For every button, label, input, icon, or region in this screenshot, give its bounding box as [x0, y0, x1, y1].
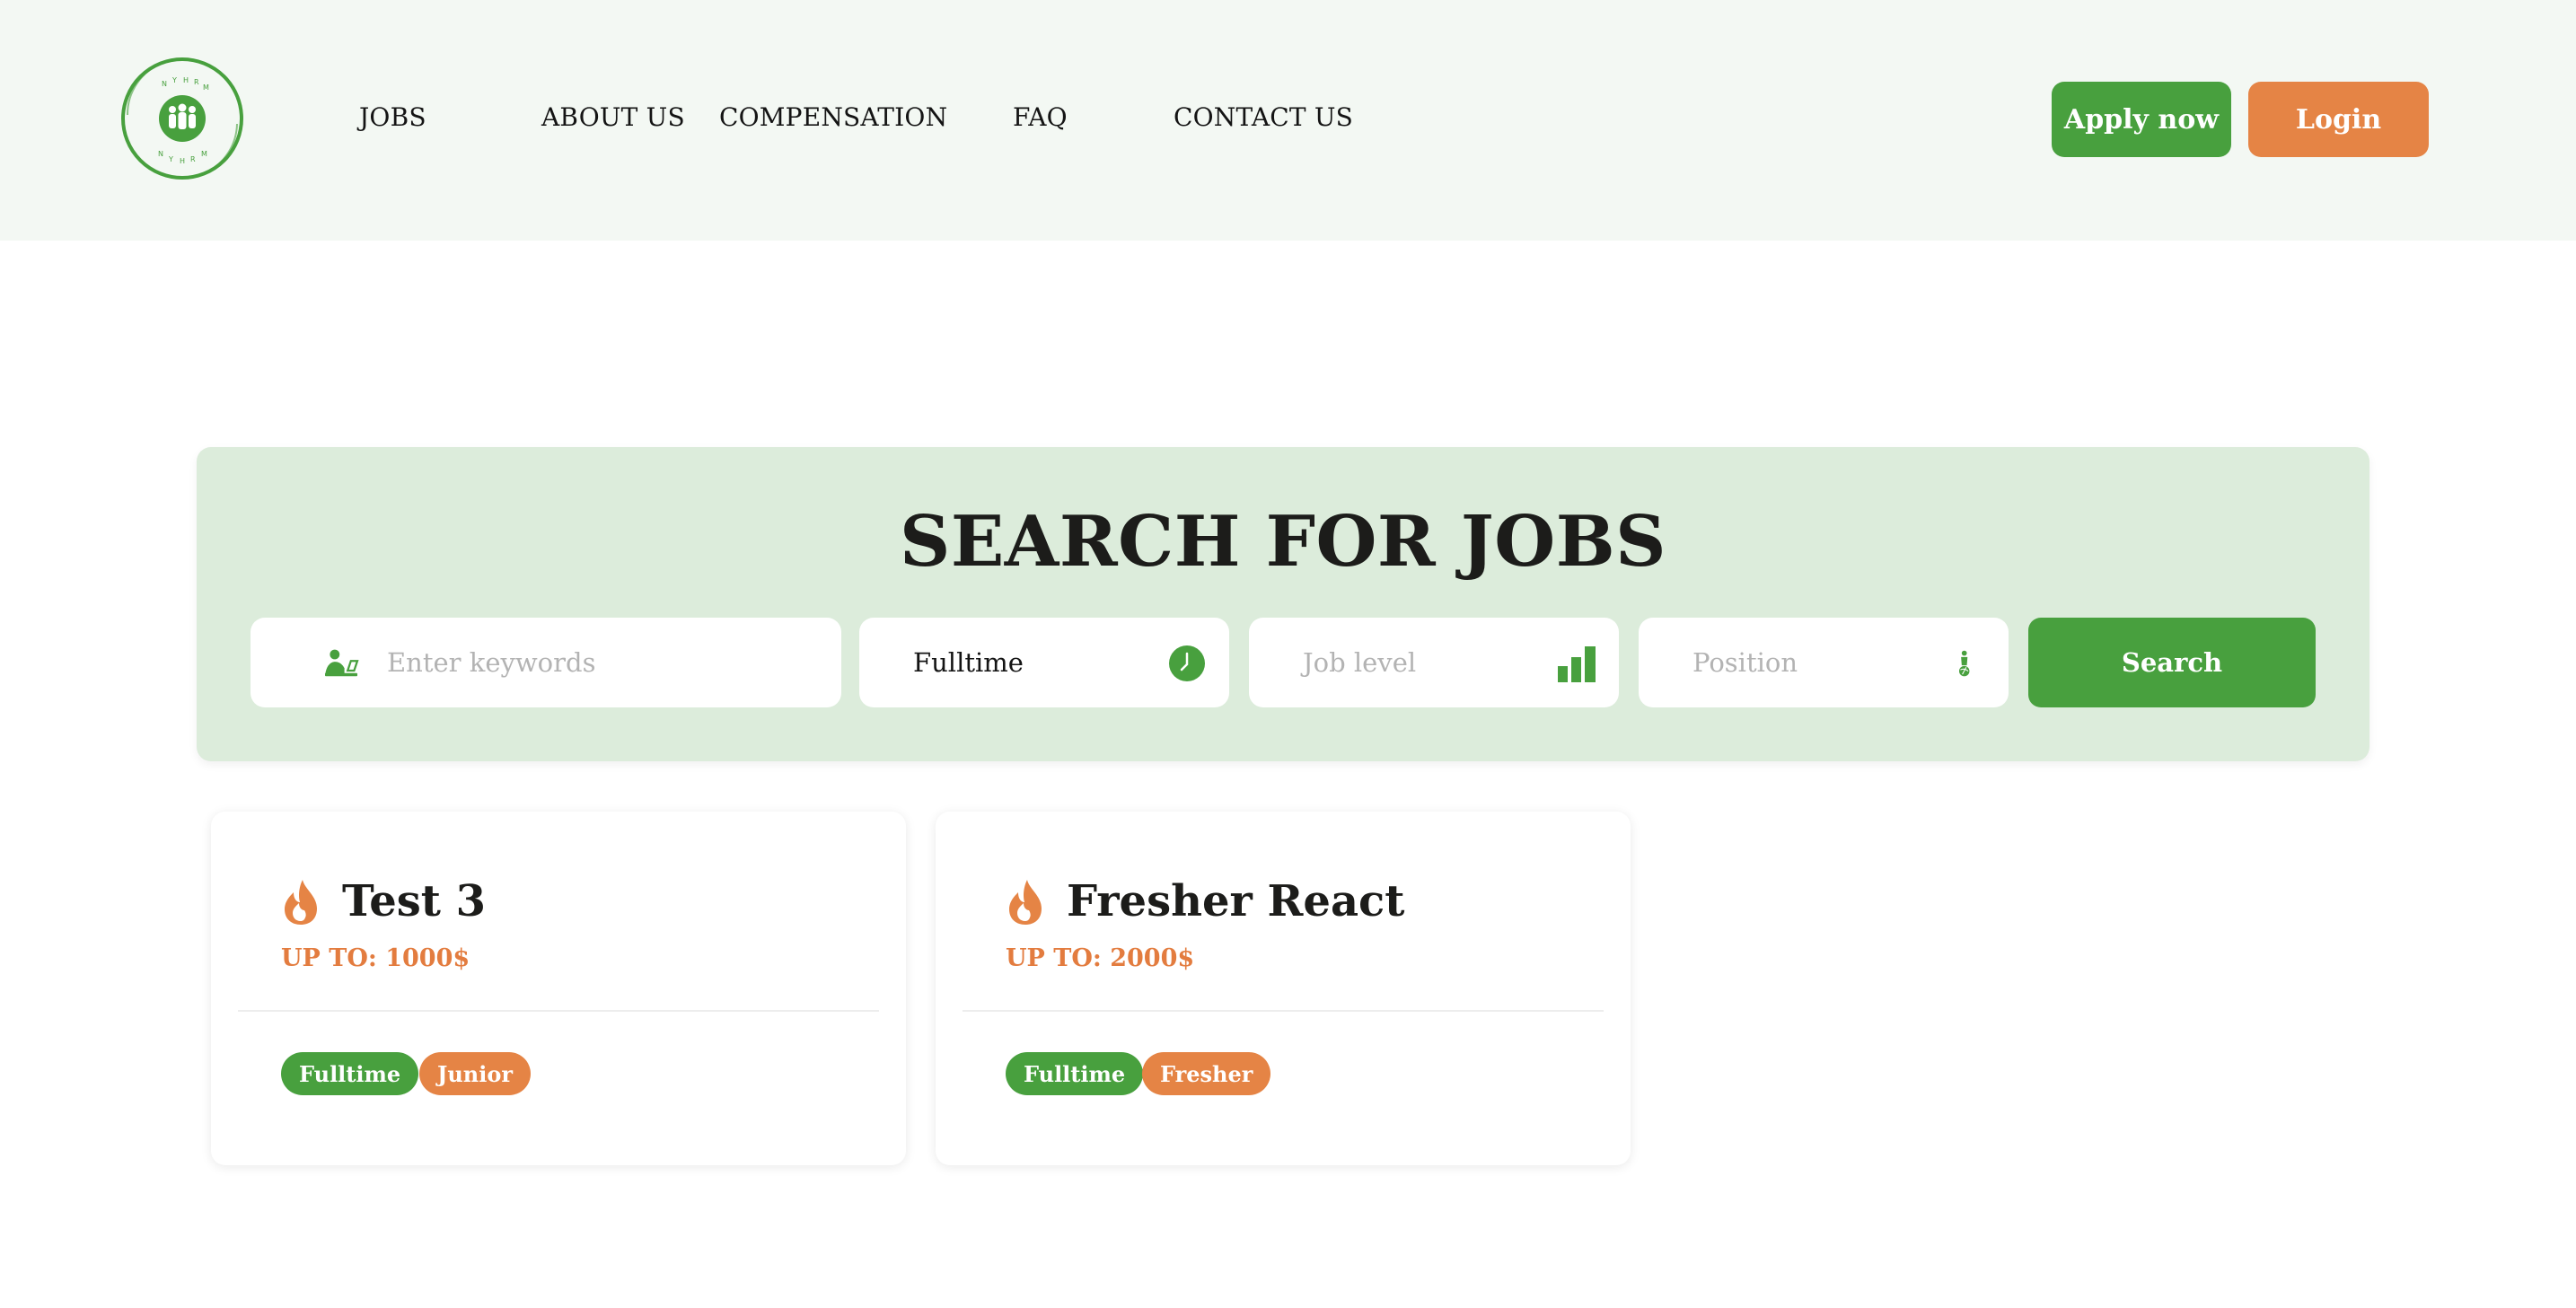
- position-select[interactable]: Position: [1639, 618, 2009, 707]
- job-type-select[interactable]: Fulltime: [859, 618, 1229, 707]
- card-divider: [963, 1010, 1604, 1012]
- svg-text:Y: Y: [168, 155, 173, 163]
- card-divider: [238, 1010, 879, 1012]
- job-search-panel: SEARCH FOR JOBS Enter keywords Fulltime …: [197, 447, 2369, 761]
- clock-icon: [1169, 645, 1205, 681]
- nav-compensation[interactable]: COMPENSATION: [719, 102, 947, 132]
- job-level-placeholder: Job level: [1303, 647, 1417, 678]
- svg-text:R: R: [190, 155, 196, 163]
- job-level-tag: Junior: [419, 1052, 532, 1095]
- job-type-tag: Fulltime: [1006, 1052, 1144, 1095]
- svg-text:N: N: [162, 80, 167, 88]
- nav-jobs[interactable]: JOBS: [359, 102, 426, 132]
- fire-icon: [285, 880, 317, 925]
- job-card[interactable]: Test 3 UP TO: 1000$ Fulltime Junior: [211, 812, 906, 1165]
- svg-text:Y: Y: [171, 76, 177, 84]
- svg-text:R: R: [194, 78, 199, 86]
- job-type-tag: Fulltime: [281, 1052, 419, 1095]
- login-button[interactable]: Login: [2248, 82, 2429, 157]
- job-card[interactable]: Fresher React UP TO: 2000$ Fulltime Fres…: [936, 812, 1631, 1165]
- apply-now-button[interactable]: Apply now: [2052, 82, 2231, 157]
- nav-faq[interactable]: FAQ: [1013, 102, 1068, 132]
- svg-text:M: M: [203, 83, 209, 92]
- position-placeholder: Position: [1692, 647, 1798, 678]
- job-title[interactable]: Fresher React: [1067, 876, 1404, 926]
- search-button[interactable]: Search: [2028, 618, 2316, 707]
- job-level-tag: Fresher: [1142, 1052, 1271, 1095]
- job-salary: UP TO: 1000$: [281, 944, 470, 972]
- nav-about-us[interactable]: ABOUT US: [541, 102, 685, 132]
- svg-text:H: H: [183, 76, 189, 84]
- bar-chart-icon: [1558, 646, 1596, 682]
- person-globe-icon: [1959, 650, 1970, 677]
- svg-text:M: M: [201, 150, 207, 158]
- search-title: SEARCH FOR JOBS: [900, 501, 1666, 583]
- job-level-select[interactable]: Job level: [1249, 618, 1619, 707]
- company-logo-icon[interactable]: N Y H RM NY H RM: [119, 52, 246, 185]
- svg-text:H: H: [180, 157, 185, 165]
- job-salary: UP TO: 2000$: [1006, 944, 1195, 972]
- keywords-placeholder: Enter keywords: [387, 647, 596, 678]
- site-header: NYHRM NYHRM JOBS ABOUT US COMPENSATION F…: [0, 0, 2576, 241]
- job-type-value: Fulltime: [913, 647, 1024, 678]
- nav-contact-us[interactable]: CONTACT US: [1174, 102, 1353, 132]
- svg-text:N: N: [158, 150, 163, 158]
- job-title[interactable]: Test 3: [342, 876, 486, 926]
- keywords-input[interactable]: Enter keywords: [251, 618, 841, 707]
- user-laptop-icon: [325, 649, 359, 677]
- fire-icon: [1009, 880, 1042, 925]
